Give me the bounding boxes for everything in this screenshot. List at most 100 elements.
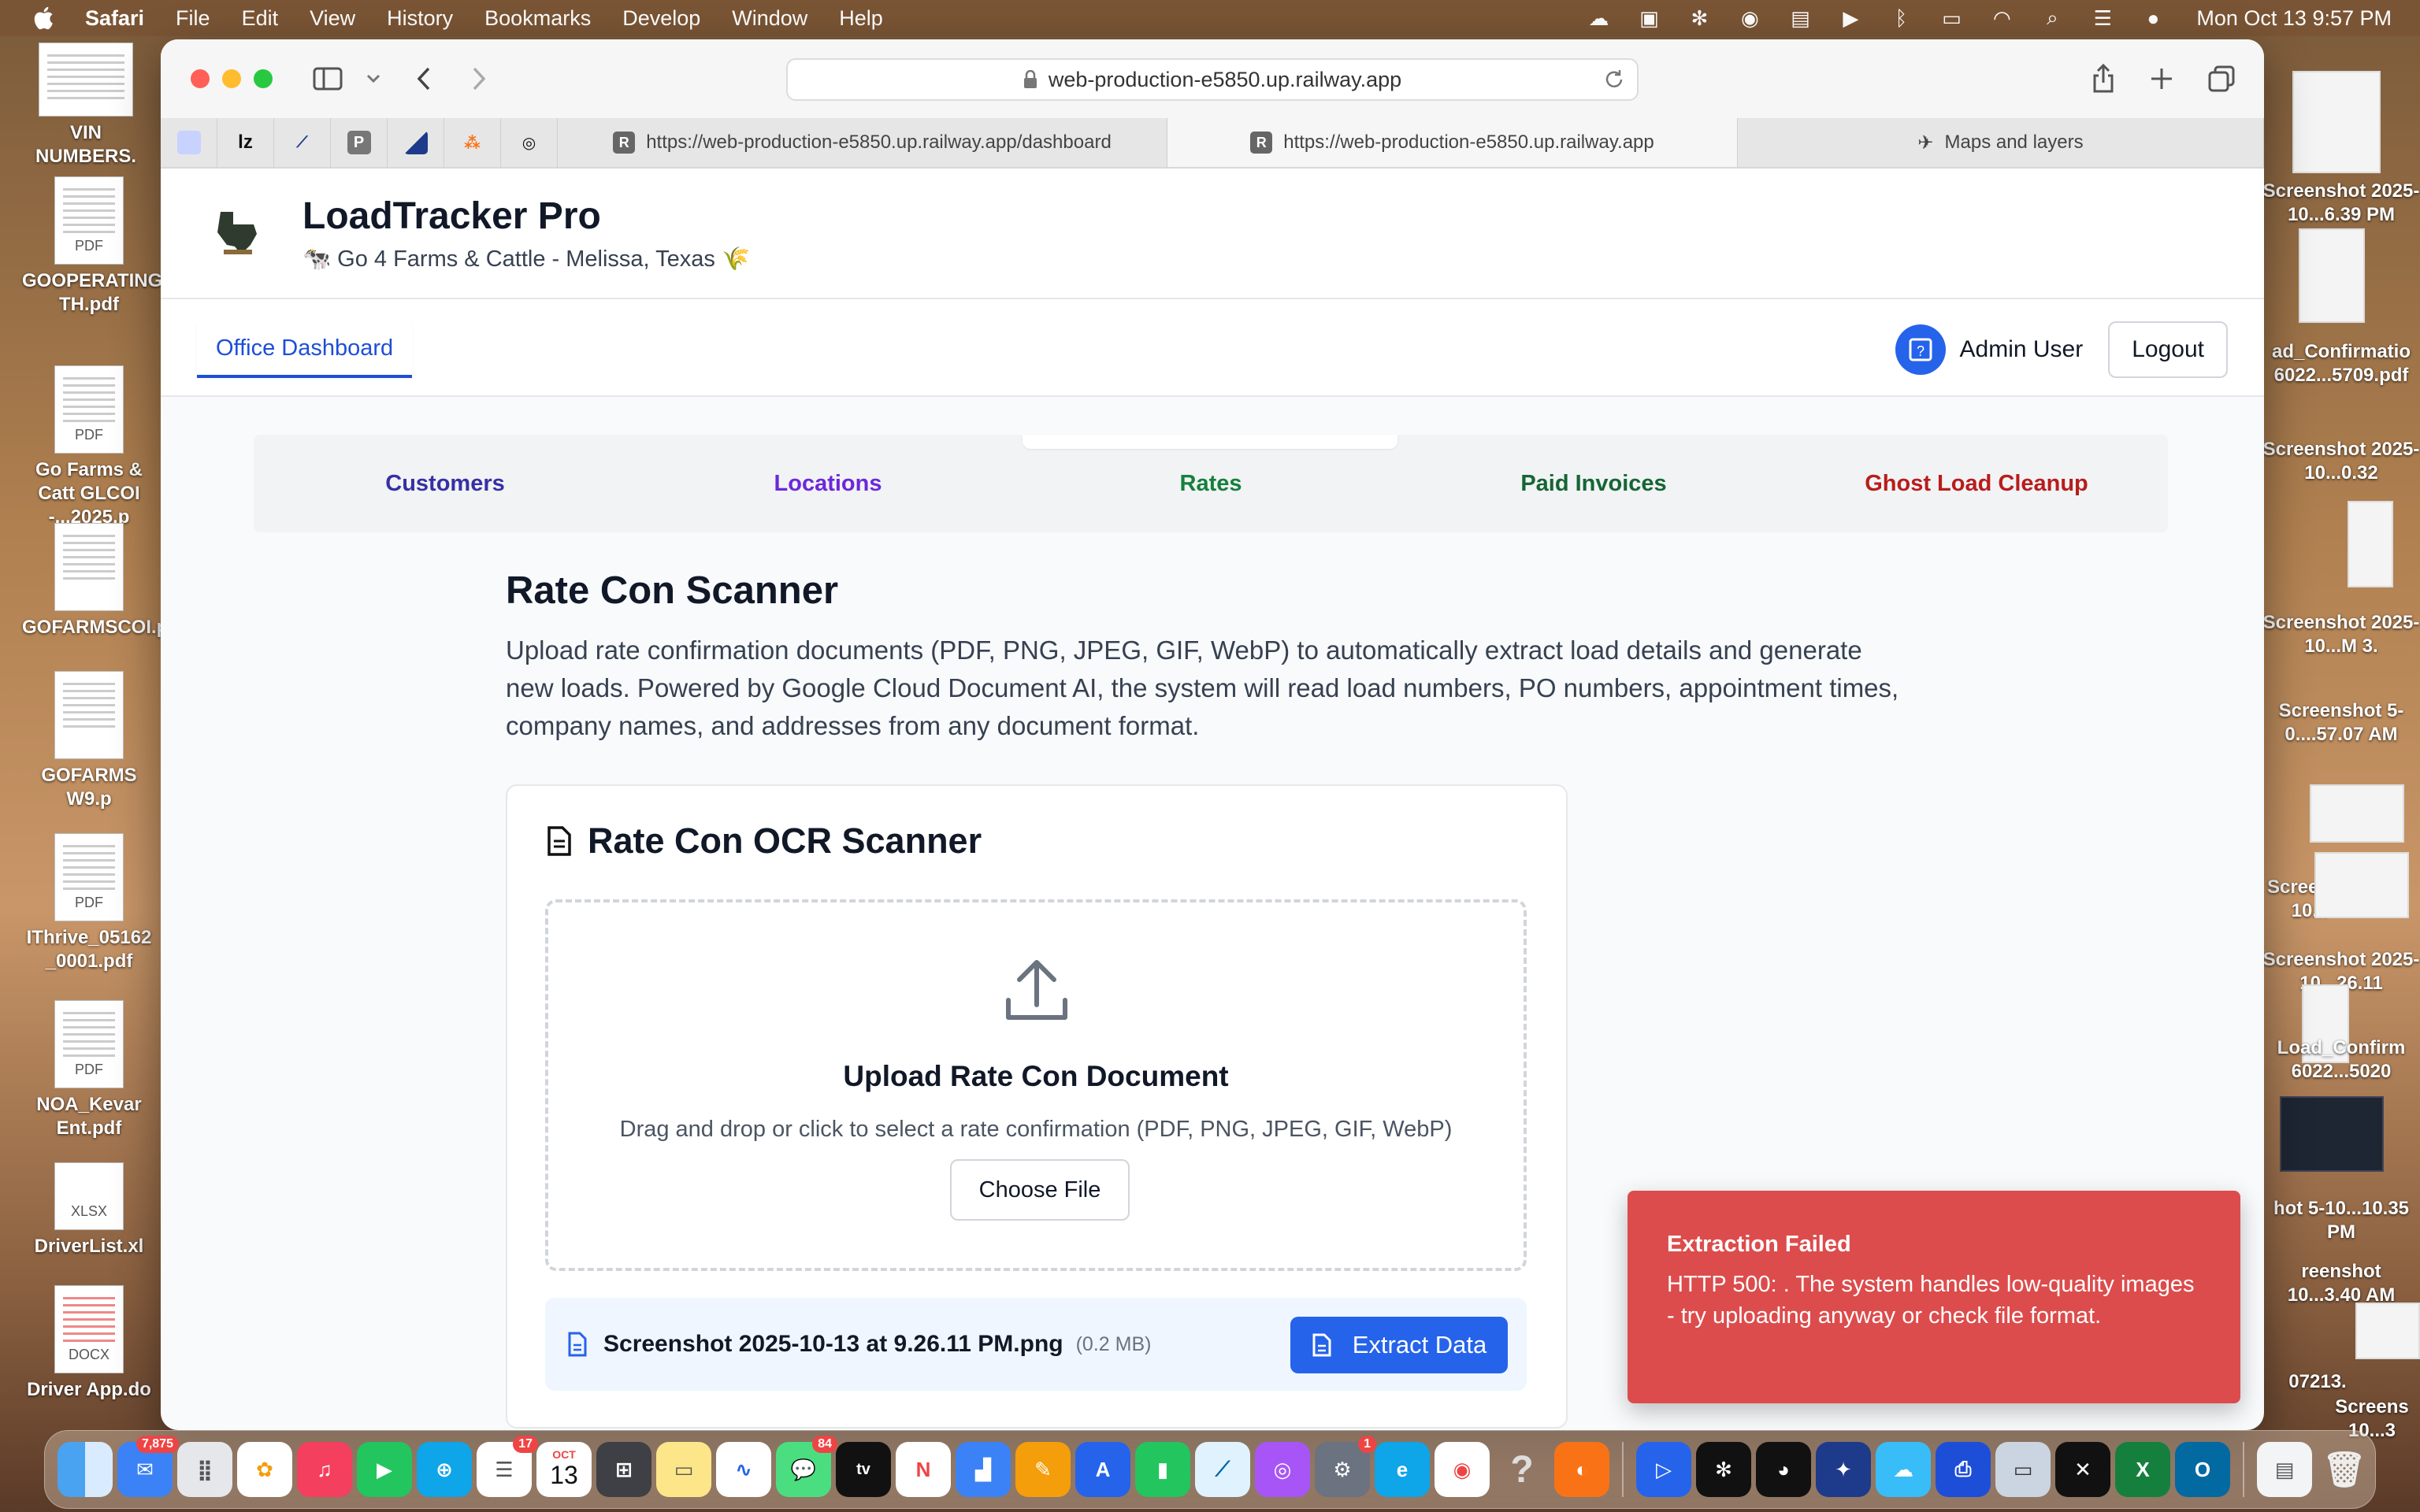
wifi-icon[interactable]: ◠	[1988, 6, 2015, 30]
tab-customers[interactable]: Customers	[254, 435, 637, 532]
music-icon[interactable]: ♫	[297, 1442, 352, 1497]
pinned-tab[interactable]: ⟋	[274, 117, 331, 168]
desktop-file-label[interactable]: hot 5-10...10.35 PM	[2262, 1197, 2420, 1244]
error-toast[interactable]: Extraction Failed HTTP 500: . The system…	[1628, 1191, 2240, 1403]
choose-file-button[interactable]: Choose File	[950, 1159, 1130, 1221]
share-button[interactable]	[2086, 63, 2121, 94]
chatgpt-icon[interactable]: ✻	[1696, 1442, 1751, 1497]
address-bar[interactable]: web-production-e5850.up.railway.app	[786, 58, 1639, 101]
apple-icon[interactable]	[32, 5, 58, 32]
news-icon[interactable]: N	[896, 1442, 951, 1497]
desktop-file-label[interactable]: ad_Confirmatio 6022...5709.pdf	[2262, 340, 2420, 387]
desktop-file-label[interactable]: Screenshot 2025-10...6.39 PM	[2262, 180, 2420, 227]
tab-maps[interactable]: ✈ Maps and layers	[1738, 118, 2264, 167]
desktop-thumbnail[interactable]	[2299, 228, 2365, 323]
pinned-tab[interactable]: ⁂	[444, 117, 501, 168]
chrome-icon[interactable]: ◉	[1435, 1442, 1490, 1497]
office-icon[interactable]: ▤	[1787, 6, 1813, 30]
desktop-file[interactable]: PDF NOA_Kevar Ent.pdf	[22, 1000, 156, 1140]
search-icon[interactable]: ⌕	[2039, 6, 2066, 30]
battery-icon[interactable]: ▭	[1938, 6, 1965, 30]
photos-icon[interactable]: ✿	[237, 1442, 292, 1497]
notes-icon[interactable]: ▭	[656, 1442, 711, 1497]
desktop-thumbnail[interactable]	[2348, 501, 2393, 587]
extract-data-button[interactable]: Extract Data	[1290, 1317, 1508, 1373]
trash-icon[interactable]: 🗑	[2317, 1442, 2372, 1497]
forward-button[interactable]	[462, 63, 496, 94]
calendar-icon[interactable]: OCT 13	[536, 1442, 592, 1497]
control-center-icon[interactable]: ☰	[2089, 6, 2116, 30]
cloud-upload-icon[interactable]: ☁	[1876, 1442, 1931, 1497]
github-icon[interactable]: ◕	[1756, 1442, 1811, 1497]
outlook-icon[interactable]: O	[2175, 1442, 2230, 1497]
screen-icon[interactable]: ▣	[1635, 6, 1662, 30]
reminders-icon[interactable]: ☰ 17	[477, 1436, 538, 1497]
upload-dropzone[interactable]: Upload Rate Con Document Drag and drop o…	[545, 899, 1527, 1271]
desktop-file[interactable]: GOFARMSCOI.p	[22, 523, 168, 639]
desktop-thumbnail[interactable]	[2314, 852, 2409, 918]
menu-bookmarks[interactable]: Bookmarks	[484, 6, 591, 31]
tab-paid-invoices[interactable]: Paid Invoices	[1402, 435, 1785, 532]
desktop-file[interactable]: GOFARMS W9.p	[22, 671, 156, 811]
launchpad-icon[interactable]: ⣿	[177, 1442, 232, 1497]
desktop-file[interactable]: XLSX DriverList.xl	[22, 1162, 156, 1258]
freeform-icon[interactable]: ∿	[716, 1442, 771, 1497]
mail-icon[interactable]: ✉ 7,875	[117, 1436, 179, 1497]
pinned-tab[interactable]	[388, 117, 444, 168]
keynote-icon[interactable]: ▟	[956, 1442, 1011, 1497]
menu-edit[interactable]: Edit	[242, 6, 279, 31]
minimize-window-button[interactable]	[222, 69, 241, 88]
gear-icon[interactable]: ✻	[1686, 6, 1713, 30]
menu-view[interactable]: View	[310, 6, 355, 31]
sidebar-menu-button[interactable]	[356, 63, 391, 94]
calculator-icon[interactable]: ⊞	[596, 1442, 651, 1497]
bluetooth-icon[interactable]: ᛒ	[1887, 6, 1914, 30]
apple-tv-icon[interactable]: tv	[836, 1442, 891, 1497]
excel-icon[interactable]: X	[2115, 1442, 2170, 1497]
openai-icon[interactable]: ◉	[1736, 6, 1763, 30]
tab-current[interactable]: R https://web-production-e5850.up.railwa…	[1167, 118, 1738, 167]
menu-history[interactable]: History	[387, 6, 453, 31]
downloads-stack-icon[interactable]: ▤	[2257, 1442, 2312, 1497]
tab-ghost-load-cleanup[interactable]: Ghost Load Cleanup	[1785, 435, 2168, 532]
remote-desktop-icon[interactable]: ▷	[1636, 1442, 1691, 1497]
pinned-tab[interactable]	[161, 117, 217, 168]
play-icon[interactable]: ▶	[1837, 6, 1864, 30]
menu-develop[interactable]: Develop	[622, 6, 700, 31]
siri-icon[interactable]: ●	[2140, 6, 2166, 30]
messages-icon[interactable]: 💬 84	[776, 1436, 837, 1497]
desktop-thumbnail[interactable]	[2280, 1096, 2384, 1172]
menu-help[interactable]: Help	[839, 6, 883, 31]
tab-locations[interactable]: Locations	[637, 435, 1019, 532]
desktop-file[interactable]: PDF Go Farms & Catt GLCOI -...2025.p	[22, 365, 156, 529]
tab-rates[interactable]: Rates	[1019, 435, 1402, 532]
pinned-tab[interactable]: P	[331, 117, 388, 168]
desktop-file[interactable]: DOCX Driver App.do	[22, 1285, 156, 1402]
vpn-icon[interactable]: ✦	[1816, 1442, 1871, 1497]
monitor-icon[interactable]: ▭	[1995, 1442, 2051, 1497]
menu-window[interactable]: Window	[732, 6, 807, 31]
finder-icon[interactable]	[58, 1442, 113, 1497]
help-icon[interactable]: ?	[1494, 1442, 1550, 1497]
system-settings-icon[interactable]: ⚙ 1	[1315, 1436, 1376, 1497]
desktop-thumbnail[interactable]	[2355, 1303, 2420, 1359]
desktop-file[interactable]: PDF IThrive_05162 _0001.pdf	[22, 833, 156, 973]
desktop-file-label[interactable]: Load_Confirm 6022...5020	[2262, 1036, 2420, 1084]
pinned-tab[interactable]: ◎	[501, 117, 558, 168]
close-window-button[interactable]	[191, 69, 210, 88]
menu-file[interactable]: File	[176, 6, 210, 31]
menubar-clock[interactable]: Mon Oct 13 9:57 PM	[2196, 6, 2392, 31]
app-store-icon[interactable]: A	[1075, 1442, 1130, 1497]
logout-button[interactable]: Logout	[2108, 321, 2228, 378]
safari-icon[interactable]: ⊕	[417, 1442, 472, 1497]
avatar[interactable]: ?	[1895, 324, 1946, 375]
desktop-file-label[interactable]: Screenshot 2025-10...0.32	[2262, 438, 2420, 485]
desktop-thumbnail[interactable]	[2292, 71, 2381, 173]
pages-icon[interactable]: ✎	[1015, 1442, 1071, 1497]
tab-office-dashboard[interactable]: Office Dashboard	[197, 321, 413, 378]
desktop-file-label[interactable]: Screenshot 2025-10...M 3.	[2262, 611, 2420, 658]
facetime-icon[interactable]: ▶	[357, 1442, 412, 1497]
firefox-icon[interactable]: ◐	[1554, 1442, 1609, 1497]
back-button[interactable]	[406, 63, 441, 94]
menu-safari[interactable]: Safari	[85, 6, 144, 31]
